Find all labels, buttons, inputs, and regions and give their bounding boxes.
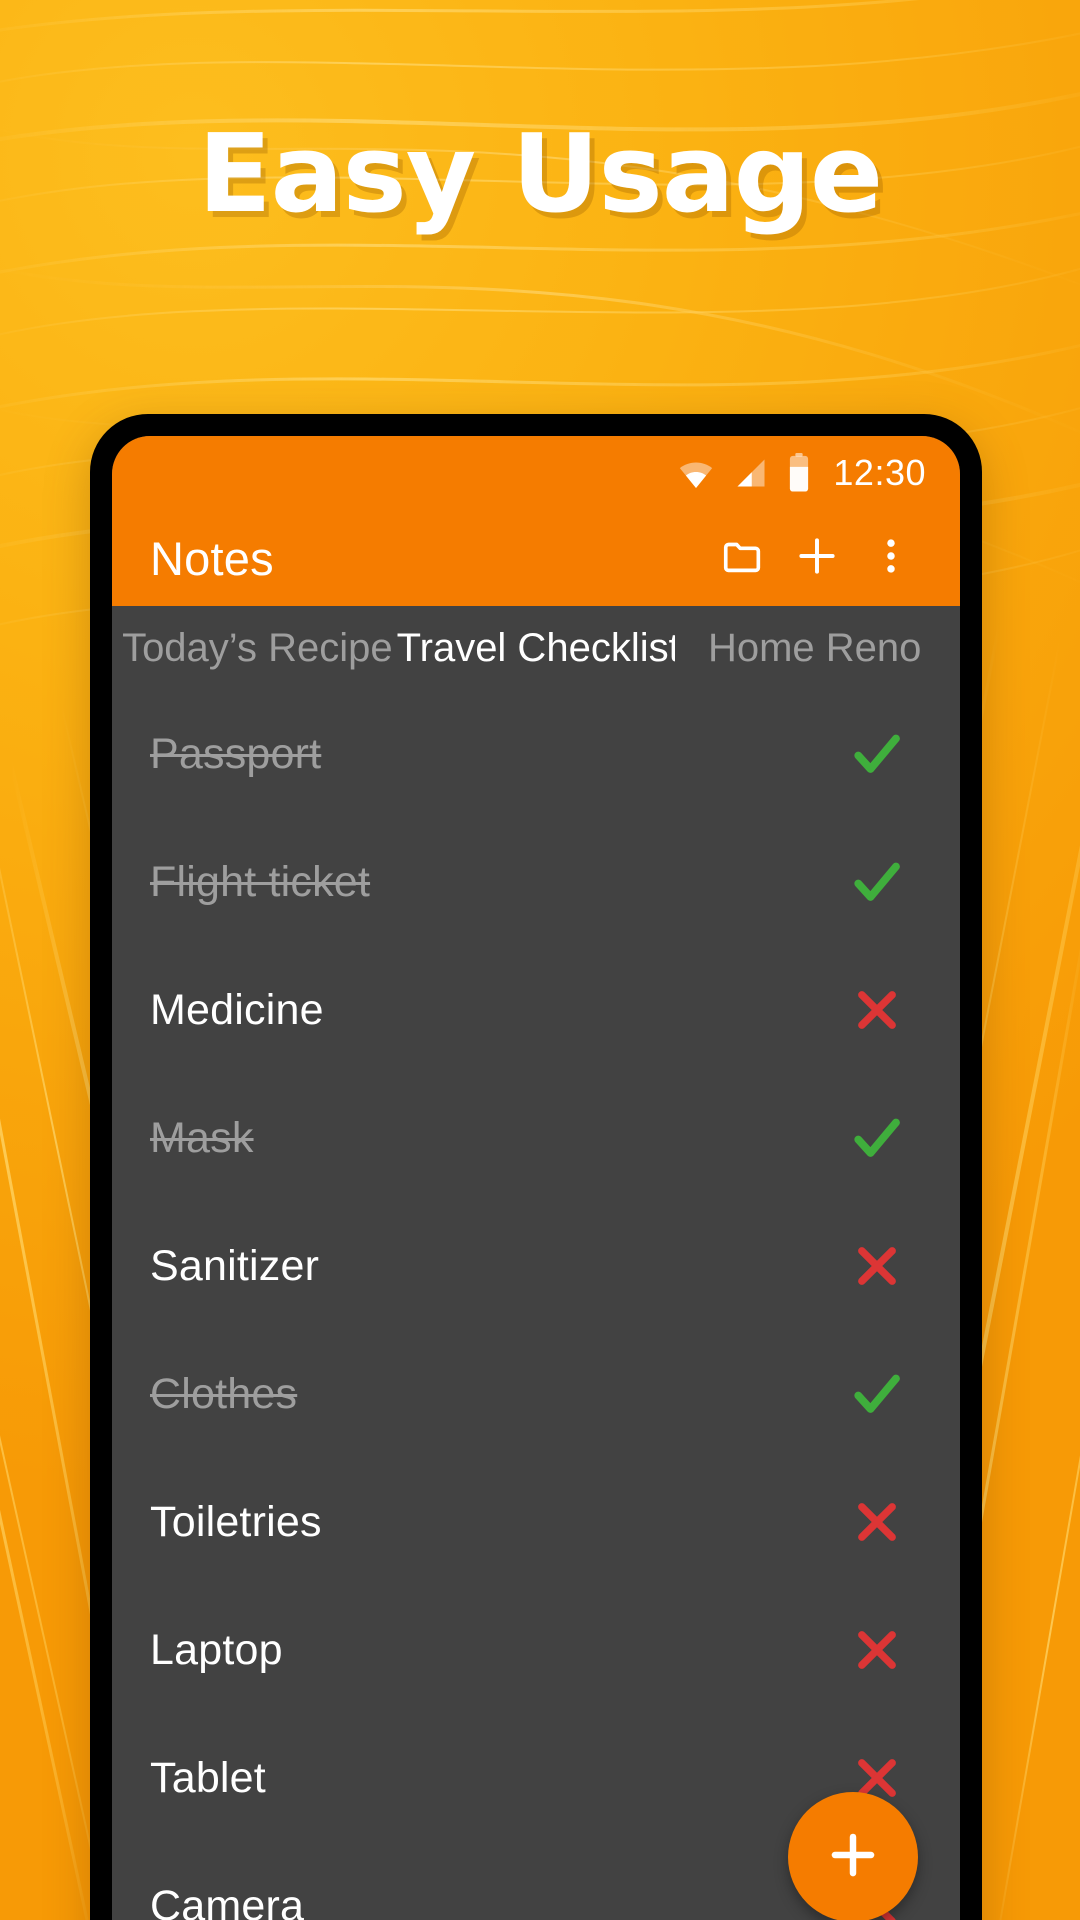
tab-home-reno[interactable]: Home Reno — [675, 626, 954, 671]
add-note-button[interactable] — [780, 521, 854, 595]
checklist-item-label: Camera — [150, 1881, 305, 1920]
plus-icon — [822, 1824, 884, 1891]
checklist-row-toiletries[interactable]: Toiletries — [112, 1458, 960, 1586]
check-icon[interactable] — [840, 717, 914, 791]
checklist-item-label: Tablet — [150, 1753, 266, 1802]
cross-icon[interactable] — [840, 973, 914, 1047]
plus-icon — [792, 531, 842, 586]
checklist-item-label: Medicine — [150, 985, 324, 1034]
battery-icon — [787, 453, 811, 493]
add-item-fab[interactable] — [788, 1792, 918, 1920]
phone-screen: 12:30 Notes Today’s Recipe Travel Checkl… — [112, 436, 960, 1920]
promo-headline: Easy Usage — [197, 112, 883, 237]
wifi-icon — [677, 454, 715, 492]
check-icon[interactable] — [840, 1357, 914, 1431]
cellular-signal-icon — [733, 455, 769, 491]
checklist-row-clothes[interactable]: Clothes — [112, 1330, 960, 1458]
check-icon[interactable] — [840, 1101, 914, 1175]
tab-travel-checklist[interactable]: Travel Checklist — [397, 626, 676, 671]
checklist-row-medicine[interactable]: Medicine — [112, 946, 960, 1074]
overflow-menu-button[interactable] — [854, 521, 928, 595]
checklist-item-label: Toiletries — [150, 1497, 322, 1546]
checklist-list: Passport Flight ticket Medicine Mask San… — [112, 690, 960, 1920]
status-bar-clock: 12:30 — [833, 452, 926, 493]
folder-button[interactable] — [706, 521, 780, 595]
tab-bar: Today’s Recipe Travel Checklist Home Ren… — [112, 606, 960, 690]
checklist-item-label: Flight ticket — [150, 857, 371, 906]
cross-icon[interactable] — [840, 1485, 914, 1559]
checklist-item-label: Sanitizer — [150, 1241, 320, 1290]
checklist-item-label: Mask — [150, 1113, 254, 1162]
phone-mockup: 12:30 Notes Today’s Recipe Travel Checkl… — [90, 414, 982, 1920]
folder-icon — [720, 533, 766, 584]
checklist-row-flight-ticket[interactable]: Flight ticket — [112, 818, 960, 946]
check-icon[interactable] — [840, 845, 914, 919]
checklist-row-mask[interactable]: Mask — [112, 1074, 960, 1202]
app-bar: Notes — [112, 510, 960, 606]
checklist-item-label: Clothes — [150, 1369, 298, 1418]
cross-icon[interactable] — [840, 1229, 914, 1303]
overflow-menu-icon — [868, 533, 914, 584]
checklist-row-passport[interactable]: Passport — [112, 690, 960, 818]
checklist-row-sanitizer[interactable]: Sanitizer — [112, 1202, 960, 1330]
checklist-item-label: Laptop — [150, 1625, 283, 1674]
checklist-item-label: Passport — [150, 729, 322, 778]
cross-icon[interactable] — [840, 1613, 914, 1687]
tab-todays-recipe[interactable]: Today’s Recipe — [118, 626, 397, 671]
app-title: Notes — [150, 531, 274, 585]
status-bar: 12:30 — [112, 436, 960, 510]
checklist-row-laptop[interactable]: Laptop — [112, 1586, 960, 1714]
